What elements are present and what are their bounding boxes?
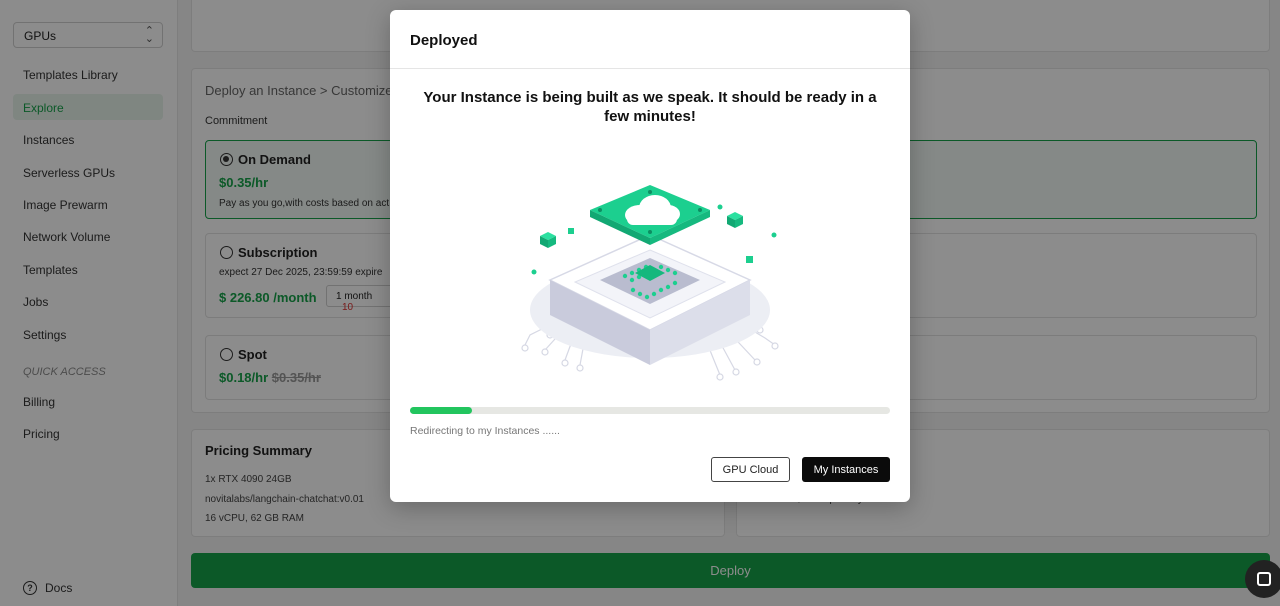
- deployed-modal: Deployed Your Instance is being built as…: [390, 10, 910, 502]
- modal-message: Your Instance is being built as we speak…: [423, 89, 877, 125]
- modal-title: Deployed: [410, 32, 478, 49]
- progress-bar: [410, 407, 890, 414]
- gpu-cloud-button[interactable]: GPU Cloud: [711, 457, 790, 482]
- chat-button[interactable]: [1245, 560, 1280, 598]
- my-instances-button[interactable]: My Instances: [802, 457, 890, 482]
- cloud-chip-illustration: [521, 185, 779, 381]
- modal-divider: [390, 68, 910, 69]
- redirect-text: Redirecting to my Instances ......: [410, 425, 560, 437]
- progress-fill: [410, 407, 473, 414]
- chat-icon: [1257, 572, 1271, 586]
